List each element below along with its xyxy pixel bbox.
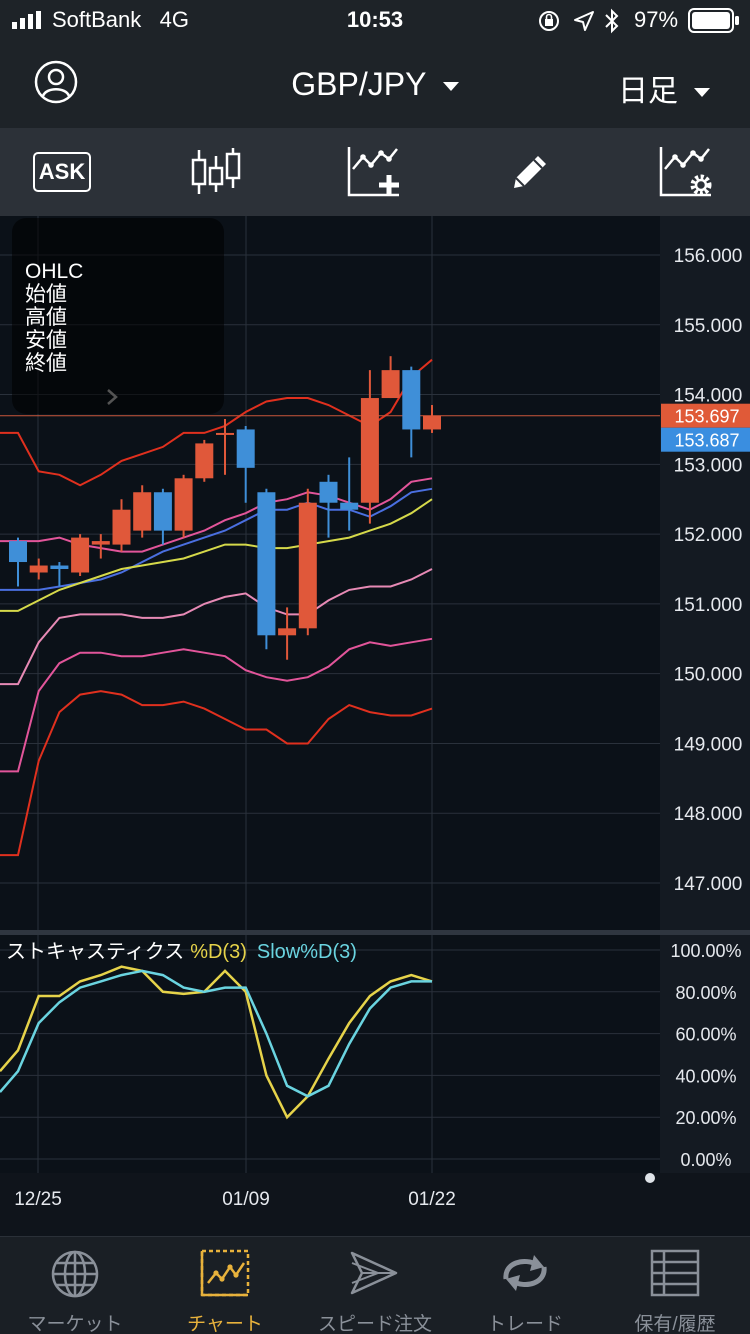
price-tick-label: 153.000 xyxy=(674,455,743,476)
candle-body[interactable] xyxy=(71,537,90,573)
stoch-title: ストキャスティクス xyxy=(6,940,184,963)
candle-body[interactable] xyxy=(9,541,27,563)
ask-price-label: 153.697 xyxy=(674,407,739,427)
draw-tool-button[interactable] xyxy=(478,128,582,216)
price-tick-label: 154.000 xyxy=(674,386,743,407)
ask-bid-toggle-button[interactable]: ASK xyxy=(10,128,114,216)
stoch-tick-label: 100.00% xyxy=(670,941,741,961)
chart-type-button[interactable] xyxy=(164,128,268,216)
candle-body[interactable] xyxy=(91,541,110,545)
candle-body[interactable] xyxy=(278,628,297,636)
tab-positions-history[interactable]: 保有/履歴 xyxy=(600,1237,750,1334)
battery-percent: 97% xyxy=(634,7,679,32)
app-header: GBP/JPY 日足 xyxy=(0,40,750,128)
bid-price-label: 153.687 xyxy=(674,431,739,451)
candle-body[interactable] xyxy=(298,502,317,629)
open-label: 始値 xyxy=(25,283,67,306)
tab-speed-order-label: スピード注文 xyxy=(317,1314,432,1334)
candle-body[interactable] xyxy=(236,429,255,468)
candlestick-icon xyxy=(191,148,241,194)
stoch-tick-label: 60.00% xyxy=(675,1025,736,1045)
stoch-tick-label: 40.00% xyxy=(675,1066,736,1086)
scroll-position-dot xyxy=(645,1173,655,1183)
date-label: 01/22 xyxy=(408,1189,456,1210)
ohlc-info-panel[interactable]: OHLC 始値 高値 安値 終値 xyxy=(12,218,224,414)
pencil-icon xyxy=(514,156,546,188)
price-tick-label: 152.000 xyxy=(674,525,743,546)
price-tick-label: 147.000 xyxy=(674,874,743,895)
tab-speed-order[interactable]: スピード注文 xyxy=(300,1237,450,1334)
stoch-d-label: %D(3) xyxy=(190,941,247,963)
candle-body[interactable] xyxy=(50,565,69,570)
stoch-legend: ストキャスティクス %D(3) Slow%D(3) xyxy=(6,940,357,963)
bluetooth-icon xyxy=(605,8,619,34)
status-bar: SoftBank 4G 10:53 97% xyxy=(0,0,750,40)
candle-body[interactable] xyxy=(423,415,441,430)
candle-body[interactable] xyxy=(216,432,234,435)
indicator-settings-button[interactable] xyxy=(634,128,738,216)
candle-body[interactable] xyxy=(174,478,193,531)
period-selector[interactable]: 日足 xyxy=(618,66,711,110)
tab-market-label: マーケット xyxy=(27,1314,123,1334)
price-tick-label: 155.000 xyxy=(674,316,743,337)
ohlc-title: OHLC xyxy=(25,260,84,283)
price-tick-label: 149.000 xyxy=(674,734,743,755)
location-icon xyxy=(574,11,594,31)
candle-body[interactable] xyxy=(133,492,152,531)
price-tick-label: 148.000 xyxy=(674,804,743,825)
add-indicator-button[interactable] xyxy=(322,128,426,216)
price-tick-label: 156.000 xyxy=(674,246,743,267)
currency-pair-label: GBP/JPY xyxy=(291,66,426,102)
high-label: 高値 xyxy=(25,306,67,329)
candle-body[interactable] xyxy=(381,370,400,399)
stoch-tick-label: 0.00% xyxy=(680,1150,731,1170)
low-label: 安値 xyxy=(25,329,67,352)
tab-trade[interactable]: トレード xyxy=(450,1237,600,1334)
candle-body[interactable] xyxy=(195,443,214,479)
tab-chart-label: チャート xyxy=(187,1314,263,1334)
candle-body[interactable] xyxy=(340,502,359,510)
tab-chart[interactable]: チャート xyxy=(150,1237,300,1334)
date-label: 12/25 xyxy=(14,1189,62,1210)
date-label: 01/09 xyxy=(222,1189,270,1210)
speed-order-icon xyxy=(350,1251,398,1295)
tab-market[interactable]: マーケット xyxy=(0,1237,150,1334)
stoch-slow-label: Slow%D(3) xyxy=(257,941,357,963)
list-icon xyxy=(650,1249,700,1297)
tab-trade-label: トレード xyxy=(486,1314,563,1334)
candle-body[interactable] xyxy=(112,509,131,545)
stoch-tick-label: 80.00% xyxy=(675,983,736,1003)
candle-body[interactable] xyxy=(360,398,379,503)
trade-icon xyxy=(503,1255,547,1291)
candle-body[interactable] xyxy=(319,481,338,503)
candle-body[interactable] xyxy=(153,492,172,531)
globe-icon xyxy=(51,1250,99,1298)
chart-toolbar: ASK xyxy=(0,128,750,216)
indicator-settings-icon xyxy=(659,147,712,197)
tab-positions-history-label: 保有/履歴 xyxy=(634,1314,716,1334)
period-label: 日足 xyxy=(618,75,678,108)
chevron-down-icon xyxy=(694,88,711,98)
candle-body[interactable] xyxy=(402,370,421,430)
bottom-tab-bar: マーケット チャート スピード注文 トレード 保有/履歴 xyxy=(0,1236,750,1334)
price-tick-label: 151.000 xyxy=(674,595,743,616)
stoch-tick-label: 20.00% xyxy=(675,1108,736,1128)
chart-icon xyxy=(200,1249,250,1297)
price-tick-label: 150.000 xyxy=(674,665,743,686)
chevron-down-icon xyxy=(442,81,459,91)
battery-icon xyxy=(688,8,739,33)
close-label: 終値 xyxy=(25,352,67,375)
add-indicator-icon xyxy=(347,147,399,197)
ask-label: ASK xyxy=(33,152,91,192)
candle-body[interactable] xyxy=(29,565,48,573)
orientation-lock-icon xyxy=(539,11,559,31)
candle-body[interactable] xyxy=(257,492,276,636)
